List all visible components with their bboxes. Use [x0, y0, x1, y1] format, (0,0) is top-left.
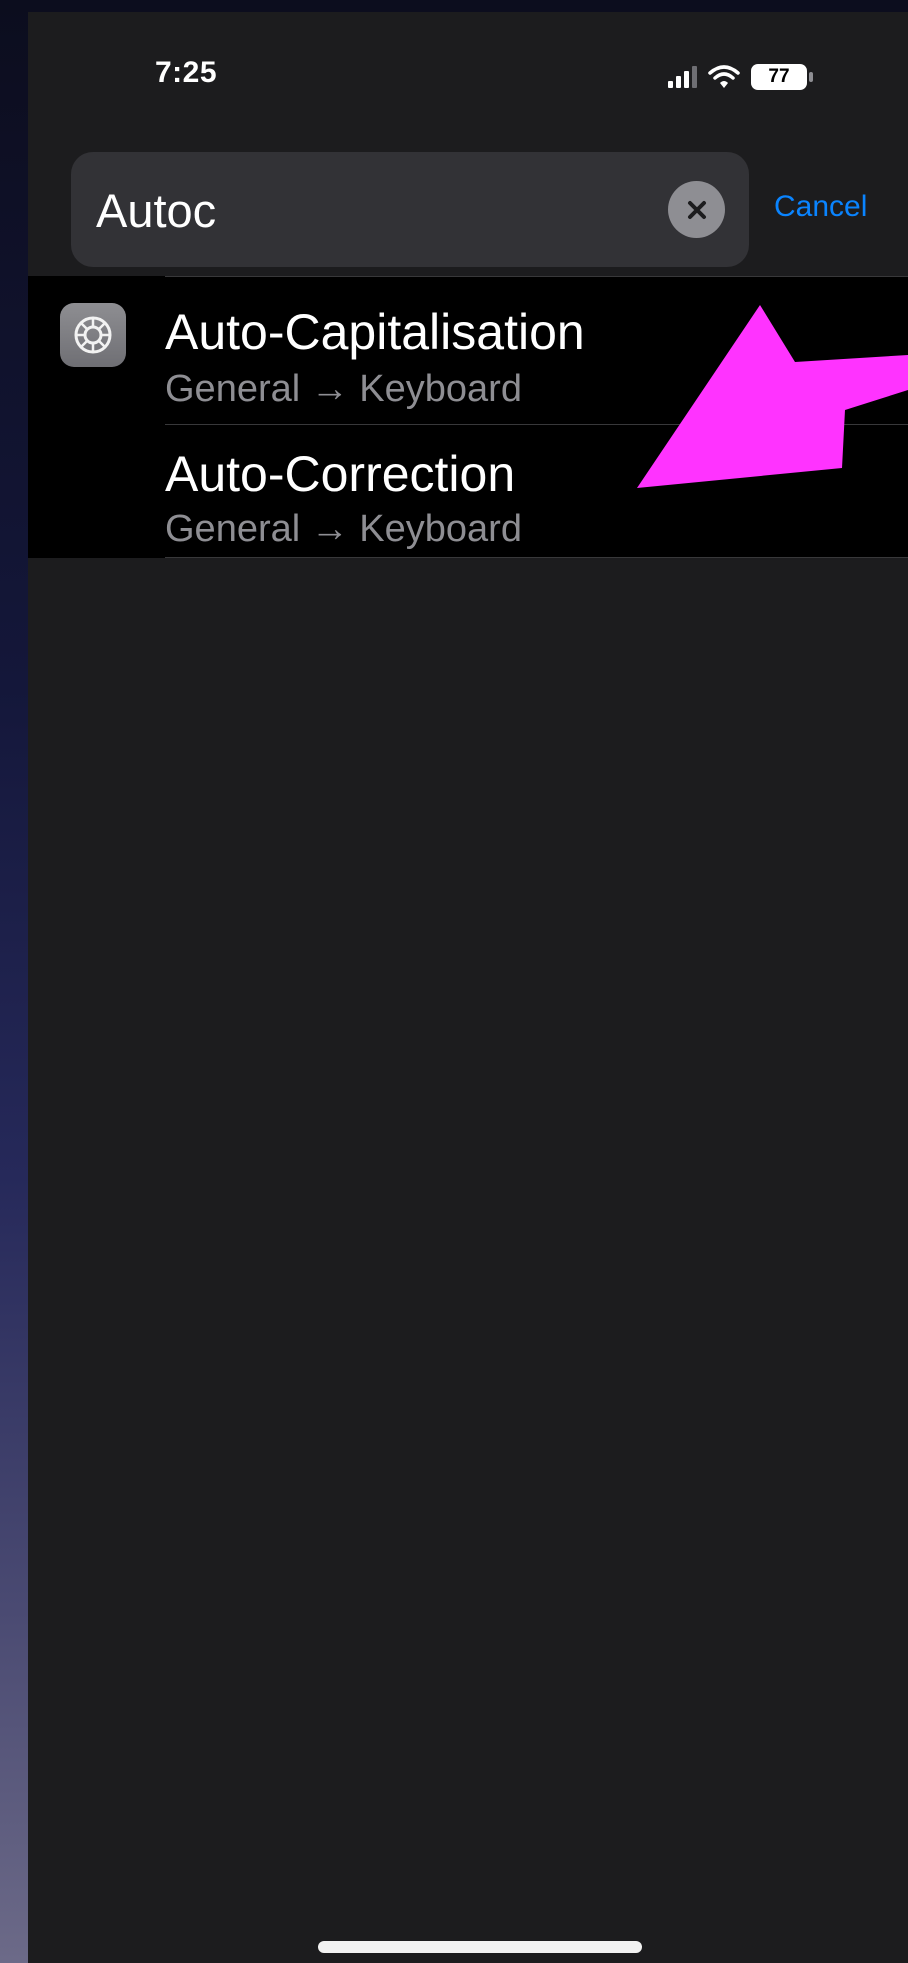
- settings-search-screen: 7:25 77 Autoc Cancel Auto-Capitalisation…: [28, 12, 908, 1963]
- battery-level: 77: [768, 66, 790, 87]
- result-title: Auto-Capitalisation: [165, 304, 585, 360]
- search-input[interactable]: Autoc: [71, 152, 749, 267]
- status-bar: 7:25 77: [28, 12, 908, 132]
- home-indicator: [318, 1941, 642, 1953]
- clear-x-icon: [687, 200, 706, 219]
- cancel-button[interactable]: Cancel: [774, 190, 867, 224]
- results-bottom-divider: [165, 557, 908, 558]
- settings-gear-icon: [60, 303, 126, 367]
- result-path: General → Keyboard: [165, 368, 522, 410]
- status-icons: 77: [668, 62, 814, 92]
- clear-search-button[interactable]: [668, 181, 725, 238]
- result-path: General → Keyboard: [165, 508, 522, 550]
- search-row: Autoc Cancel: [28, 142, 908, 267]
- cellular-signal-icon: [668, 66, 698, 88]
- result-title: Auto-Correction: [165, 446, 516, 502]
- search-query[interactable]: Autoc: [96, 183, 216, 238]
- status-time: 7:25: [155, 56, 218, 89]
- battery-icon: 77: [750, 62, 814, 92]
- wifi-icon: [708, 65, 740, 89]
- search-results-list: Auto-Capitalisation General → Keyboard A…: [28, 276, 908, 558]
- result-auto-capitalisation[interactable]: Auto-Capitalisation General → Keyboard: [28, 276, 908, 416]
- result-auto-correction[interactable]: Auto-Correction General → Keyboard: [28, 424, 908, 564]
